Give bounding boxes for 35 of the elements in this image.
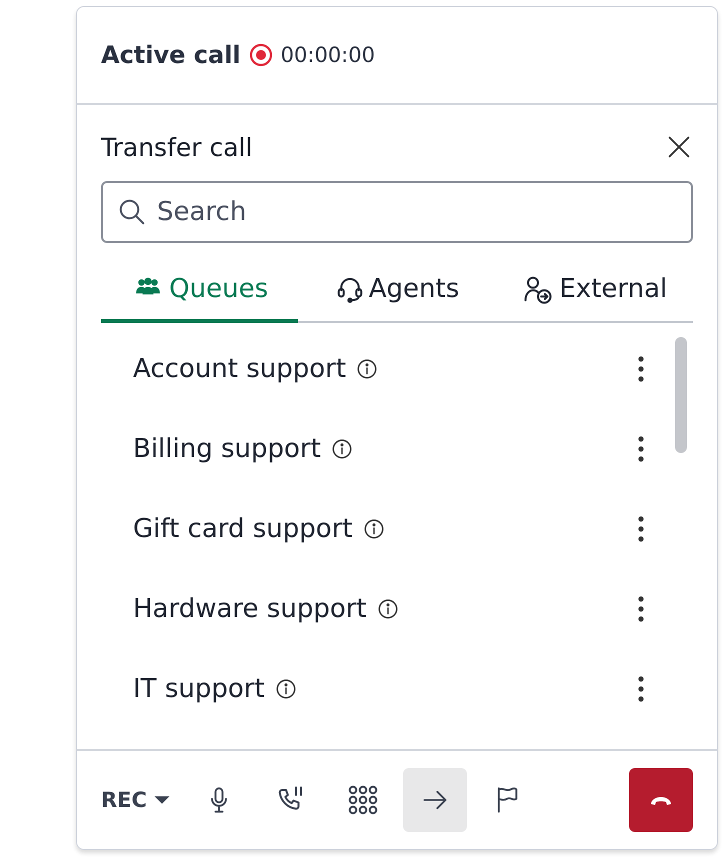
caret-icon bbox=[152, 794, 171, 806]
recording-icon bbox=[248, 43, 273, 67]
more-button[interactable] bbox=[637, 595, 645, 623]
more-button[interactable] bbox=[637, 355, 645, 383]
info-icon bbox=[330, 438, 353, 460]
kebab-icon bbox=[637, 355, 645, 383]
kebab-icon bbox=[637, 435, 645, 463]
queue-name[interactable]: Account support bbox=[133, 354, 346, 384]
queue-name[interactable]: Billing support bbox=[133, 434, 321, 464]
search-icon bbox=[117, 197, 147, 227]
tab[interactable]: Queues bbox=[101, 259, 298, 323]
more-button[interactable] bbox=[637, 435, 645, 463]
info-icon bbox=[274, 678, 297, 700]
keypad-icon bbox=[348, 785, 378, 815]
section-title: Transfer call bbox=[101, 132, 252, 162]
transfer-button[interactable] bbox=[402, 768, 467, 832]
kebab-icon bbox=[637, 595, 645, 623]
hang-up-button[interactable] bbox=[629, 768, 693, 832]
queue-name[interactable]: IT support bbox=[133, 674, 265, 704]
more-button[interactable] bbox=[637, 675, 645, 703]
scrollbar[interactable] bbox=[675, 337, 687, 453]
more-button[interactable] bbox=[637, 515, 645, 543]
search-field[interactable]: Search bbox=[101, 181, 693, 243]
panel-title: Active call bbox=[101, 41, 241, 69]
info-icon bbox=[356, 358, 378, 380]
tab[interactable]: External bbox=[496, 259, 693, 323]
info-icon bbox=[362, 518, 385, 540]
queue-name[interactable]: Gift card support bbox=[133, 514, 353, 544]
queue-name[interactable]: Hardware support bbox=[133, 594, 367, 624]
call-timer: 00:00:00 bbox=[280, 43, 375, 67]
kebab-icon bbox=[637, 515, 645, 543]
record-dropdown[interactable]: REC bbox=[101, 768, 179, 832]
kebab-icon bbox=[637, 675, 645, 703]
info-icon bbox=[376, 598, 399, 620]
tab[interactable]: Agents bbox=[298, 259, 496, 323]
